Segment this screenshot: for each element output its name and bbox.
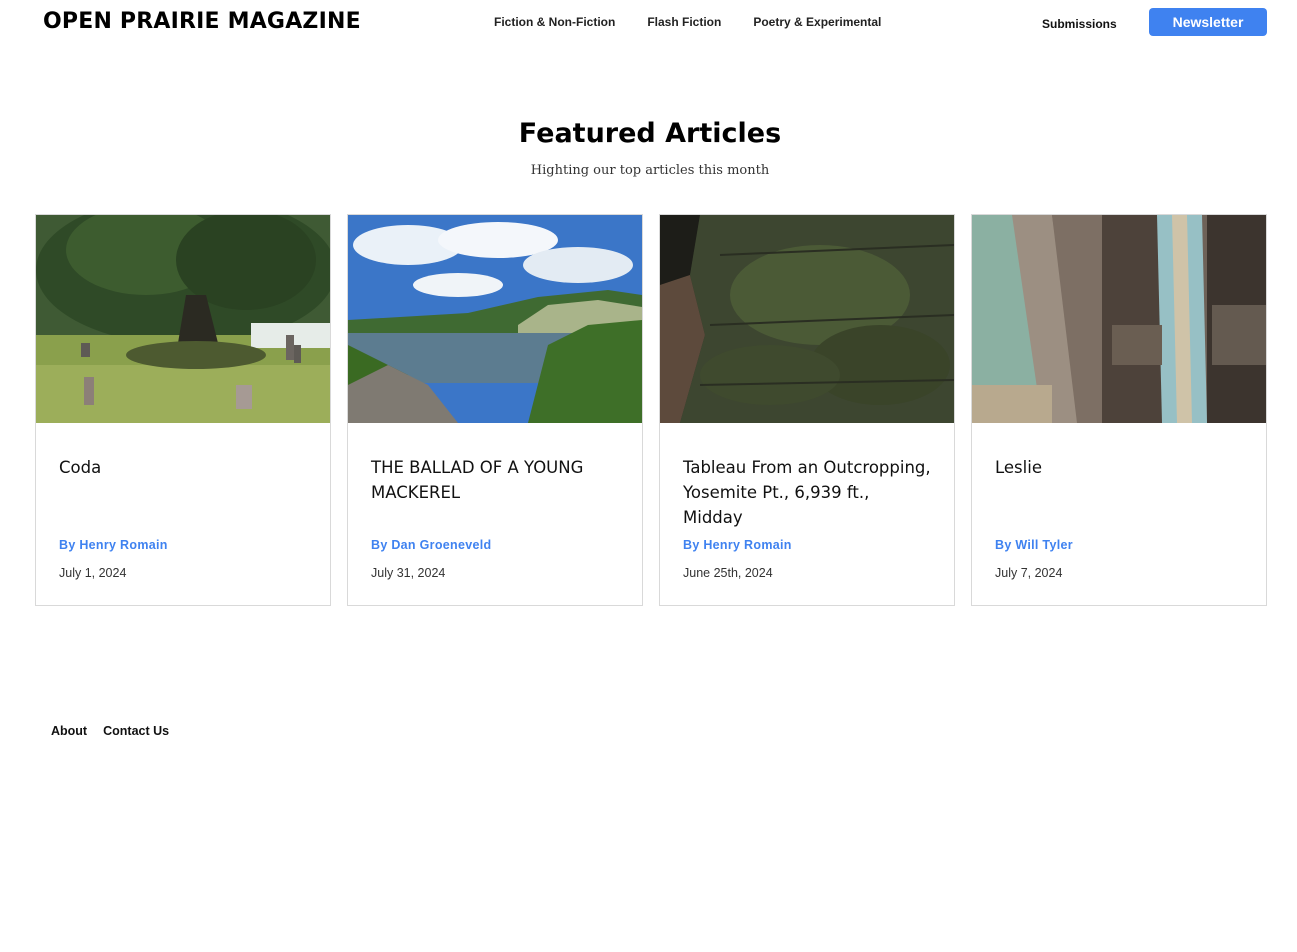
article-author[interactable]: By Dan Groeneveld [371,538,491,552]
article-card[interactable]: Tableau From an Outcropping, Yosemite Pt… [659,214,955,606]
footer-about-link[interactable]: About [51,724,87,738]
nav-flash-fiction[interactable]: Flash Fiction [647,15,721,29]
article-card[interactable]: Coda By Henry Romain July 1, 2024 [35,214,331,606]
page-title: Featured Articles [518,118,782,149]
article-title[interactable]: THE BALLAD OF A YOUNG MACKEREL [371,455,621,505]
article-date: July 1, 2024 [59,566,127,580]
submissions-link[interactable]: Submissions [1042,17,1117,31]
cemetery-tree-photo [36,215,330,423]
article-author[interactable]: By Will Tyler [995,538,1073,552]
site-logo[interactable]: OPEN PRAIRIE MAGAZINE [43,9,361,34]
mossy-rock-face-photo [660,215,954,423]
article-title[interactable]: Tableau From an Outcropping, Yosemite Pt… [683,455,933,530]
peeling-paint-wood-photo [972,215,1266,423]
article-title[interactable]: Leslie [995,455,1245,480]
featured-articles-grid: Coda By Henry Romain July 1, 2024 THE BA… [35,214,1267,606]
nav-poetry-experimental[interactable]: Poetry & Experimental [753,15,881,29]
article-author[interactable]: By Henry Romain [59,538,168,552]
article-date: July 7, 2024 [995,566,1063,580]
article-date: June 25th, 2024 [683,566,773,580]
article-author[interactable]: By Henry Romain [683,538,792,552]
article-card[interactable]: THE BALLAD OF A YOUNG MACKEREL By Dan Gr… [347,214,643,606]
main-nav: Fiction & Non-Fiction Flash Fiction Poet… [494,15,881,29]
site-footer: About Contact Us [51,724,169,738]
lake-bluff-photo [348,215,642,423]
site-header: OPEN PRAIRIE MAGAZINE Fiction & Non-Fict… [0,0,1297,44]
article-card[interactable]: Leslie By Will Tyler July 7, 2024 [971,214,1267,606]
footer-contact-link[interactable]: Contact Us [103,724,169,738]
newsletter-button[interactable]: Newsletter [1149,8,1267,36]
page-subtitle: Highting our top articles this month [530,163,770,178]
article-date: July 31, 2024 [371,566,446,580]
article-title[interactable]: Coda [59,455,309,480]
nav-fiction-nonfiction[interactable]: Fiction & Non-Fiction [494,15,615,29]
